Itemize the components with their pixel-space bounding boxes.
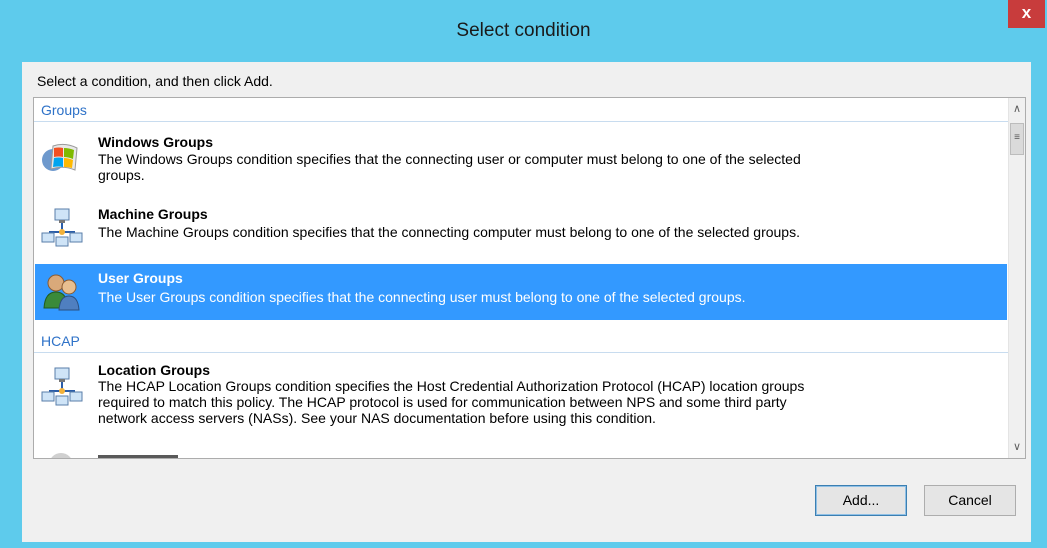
item-description: The HCAP Location Groups condition speci… xyxy=(98,378,988,426)
user-groups-icon xyxy=(41,272,85,312)
condition-listbox[interactable]: Groups Windows Groups The Windows Groups… xyxy=(33,97,1026,459)
item-description: The Windows Groups condition specifies t… xyxy=(98,151,988,183)
desc-line: The Windows Groups condition specifies t… xyxy=(98,151,801,167)
cancel-button[interactable]: Cancel xyxy=(924,485,1016,516)
item-title: Machine Groups xyxy=(98,206,208,222)
desc-line: required to match this policy. The HCAP … xyxy=(98,394,787,410)
add-button[interactable]: Add... xyxy=(815,485,907,516)
instruction-text: Select a condition, and then click Add. xyxy=(37,73,273,89)
dialog-body: Select a condition, and then click Add. … xyxy=(22,62,1031,542)
item-title: User Groups xyxy=(98,270,183,286)
group-header-hcap: HCAP xyxy=(34,329,1008,353)
item-title: Location Groups xyxy=(98,362,210,378)
item-description: The Machine Groups condition specifies t… xyxy=(98,224,988,240)
scroll-up-arrow-icon[interactable]: ∧ xyxy=(1009,100,1025,118)
location-groups-icon xyxy=(41,367,85,407)
group-header-groups: Groups xyxy=(34,98,1008,122)
scroll-thumb[interactable]: ≡ xyxy=(1010,123,1024,155)
partial-item-title xyxy=(98,455,178,458)
condition-item-machine-groups[interactable]: Machine Groups The Machine Groups condit… xyxy=(35,194,1007,256)
item-description: The User Groups condition specifies that… xyxy=(98,289,988,305)
condition-list: Groups Windows Groups The Windows Groups… xyxy=(34,98,1008,458)
desc-line: network access servers (NASs). See your … xyxy=(98,410,656,426)
machine-groups-icon xyxy=(41,208,85,248)
condition-item-partial[interactable] xyxy=(35,447,1007,458)
title-bar[interactable]: Select condition x xyxy=(0,0,1047,62)
scroll-down-arrow-icon[interactable]: ∨ xyxy=(1009,438,1025,456)
close-button[interactable]: x xyxy=(1008,0,1045,28)
desc-line: The HCAP Location Groups condition speci… xyxy=(98,378,805,394)
condition-item-windows-groups[interactable]: Windows Groups The Windows Groups condit… xyxy=(35,124,1007,192)
partial-item-icon xyxy=(49,453,73,458)
desc-line: The User Groups condition specifies that… xyxy=(98,289,746,305)
dialog-title: Select condition xyxy=(456,20,591,41)
desc-line: groups. xyxy=(98,167,145,183)
item-title: Windows Groups xyxy=(98,134,213,150)
windows-groups-icon xyxy=(41,138,85,178)
vertical-scrollbar[interactable]: ∧ ≡ ∨ xyxy=(1008,98,1025,458)
condition-item-user-groups[interactable]: User Groups The User Groups condition sp… xyxy=(35,264,1007,320)
desc-line: The Machine Groups condition specifies t… xyxy=(98,224,800,240)
condition-item-location-groups[interactable]: Location Groups The HCAP Location Groups… xyxy=(35,357,1007,443)
dialog-window: Select condition x Select a condition, a… xyxy=(0,0,1047,548)
